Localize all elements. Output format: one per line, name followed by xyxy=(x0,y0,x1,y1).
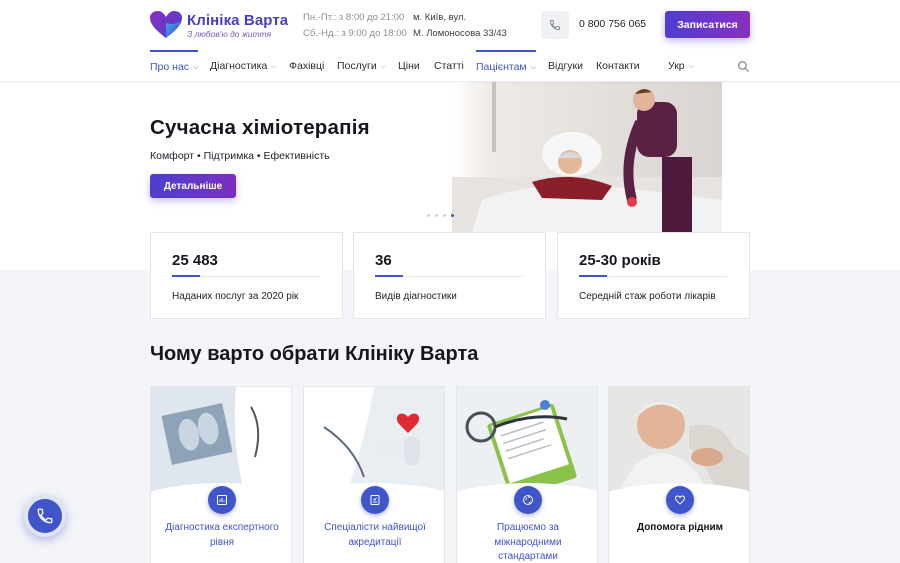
call-back-button[interactable] xyxy=(24,495,66,537)
address: м. Київ, вул. М. Ломоносова 33/43 xyxy=(413,10,507,42)
working-hours: Пн.-Пт.: з 8:00 до 21:00 Сб.-Нд.: з 9:00… xyxy=(303,10,407,42)
chevron-down-icon: ⌵ xyxy=(193,64,199,71)
feature-card[interactable]: Працюємо за міжнародними стандартами xyxy=(456,386,598,563)
details-button[interactable]: Детальніше xyxy=(150,174,236,198)
hero-subtitle: Комфорт • Підтримка • Ефективність xyxy=(150,150,330,162)
chevron-down-icon: ⌵ xyxy=(530,64,536,71)
phone-icon xyxy=(550,20,560,30)
stat-card: 25-30 років Середній стаж роботи лікарів xyxy=(557,232,750,319)
slider-dot[interactable] xyxy=(435,214,438,217)
book-appointment-button[interactable]: Записатися xyxy=(665,11,750,38)
address-line-1: м. Київ, вул. xyxy=(413,12,467,23)
nav-item-services[interactable]: Послуги ⌵ xyxy=(337,50,386,82)
feature-label: Допомога рідним xyxy=(636,522,724,533)
nav-item-about[interactable]: Про нас ⌵ xyxy=(150,50,199,82)
language-selector[interactable]: Укр ⌵ xyxy=(668,50,694,82)
feature-card[interactable]: Спеціалісти найвищої акредитації xyxy=(303,386,445,563)
stat-card: 36 Видів діагностики xyxy=(353,232,546,319)
phone-button[interactable] xyxy=(541,11,569,39)
nav-item-reviews[interactable]: Відгуки xyxy=(548,50,583,82)
logo-name: Клініка Варта xyxy=(187,12,289,29)
nav-item-prices[interactable]: Ціни xyxy=(398,50,420,82)
heart-logo-icon xyxy=(150,11,182,38)
stat-divider xyxy=(579,275,727,277)
stat-label: Наданих послуг за 2020 рік xyxy=(172,291,299,302)
nav-item-contacts[interactable]: Контакти xyxy=(596,50,640,82)
address-line-2: М. Ломоносова 33/43 xyxy=(413,28,507,39)
stat-card: 25 483 Наданих послуг за 2020 рік xyxy=(150,232,343,319)
slider-dots xyxy=(427,214,454,217)
site-header: Клініка Варта З любов'ю до життя Пн.-Пт.… xyxy=(0,0,900,82)
globe-icon xyxy=(514,486,542,514)
phone-icon xyxy=(37,508,53,524)
main-nav: Про нас ⌵ Діагностика ⌵ Фахівці Послуги ⌵ Ц… xyxy=(150,50,750,82)
feature-card[interactable]: Діагностика експертного рівня xyxy=(150,386,292,563)
chevron-down-icon: ⌵ xyxy=(271,63,277,70)
section-title: Чому варто обрати Клініку Варта xyxy=(150,343,479,365)
logo-tagline: З любов'ю до життя xyxy=(187,29,272,39)
heart-icon xyxy=(666,486,694,514)
feature-label: Діагностика експертного рівня xyxy=(165,522,279,548)
stat-value: 36 xyxy=(375,252,392,269)
stat-label: Середній стаж роботи лікарів xyxy=(579,291,716,302)
stat-value: 25-30 років xyxy=(579,252,661,269)
nav-item-diagnostics[interactable]: Діагностика ⌵ xyxy=(210,50,277,82)
chart-icon xyxy=(208,486,236,514)
hours-weekend: Сб.-Нд.: з 9:00 до 18:00 xyxy=(303,28,407,39)
stat-divider xyxy=(375,275,523,277)
hero-title: Сучасна хіміотерапія xyxy=(150,116,370,139)
hero-photo xyxy=(452,82,722,232)
certificate-icon xyxy=(361,486,389,514)
slider-dot[interactable] xyxy=(443,214,446,217)
feature-label: Працюємо за міжнародними стандартами xyxy=(494,522,562,562)
nav-item-specialists[interactable]: Фахівці xyxy=(289,50,324,82)
search-icon[interactable] xyxy=(737,60,750,73)
nav-item-patients[interactable]: Пацієнтам ⌵ xyxy=(476,50,536,82)
stat-label: Видів діагностики xyxy=(375,291,457,302)
chevron-down-icon: ⌵ xyxy=(688,63,694,70)
logo[interactable]: Клініка Варта З любов'ю до життя xyxy=(150,11,290,41)
hours-weekdays: Пн.-Пт.: з 8:00 до 21:00 xyxy=(303,12,405,23)
feature-label: Спеціалісти найвищої акредитації xyxy=(324,522,426,548)
nav-item-articles[interactable]: Статті xyxy=(434,50,464,82)
stat-value: 25 483 xyxy=(172,252,218,269)
chevron-down-icon: ⌵ xyxy=(380,63,387,70)
slider-dot[interactable] xyxy=(427,214,430,217)
feature-card[interactable]: Допомога рідним xyxy=(608,386,750,563)
stat-divider xyxy=(172,275,320,277)
phone-number[interactable]: 0 800 756 065 xyxy=(579,18,646,30)
slider-dot-active[interactable] xyxy=(451,214,454,217)
